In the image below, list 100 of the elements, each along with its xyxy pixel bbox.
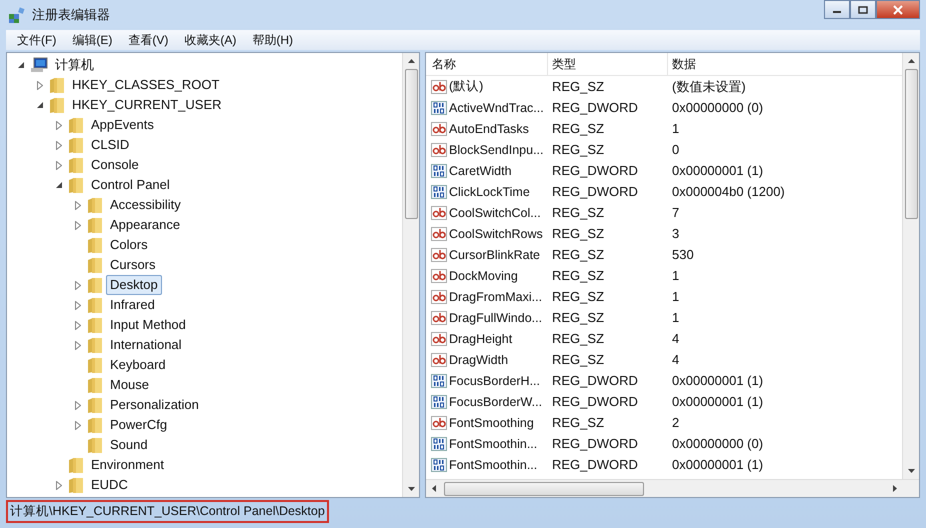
string-value-icon	[431, 290, 447, 304]
expand-arrow-icon[interactable]	[56, 140, 62, 150]
folder-icon	[87, 236, 103, 254]
value-type: REG_DWORD	[551, 394, 639, 409]
value-name[interactable]: CaretWidth	[449, 164, 512, 178]
tree-item[interactable]: Appearance	[106, 215, 184, 235]
value-type: REG_SZ	[551, 226, 606, 241]
menu-item[interactable]: 编辑(E)	[65, 32, 120, 48]
folder-icon	[87, 436, 103, 454]
tree-item[interactable]: Console	[87, 155, 143, 175]
string-value-icon	[431, 310, 447, 324]
maximize-icon	[858, 6, 868, 14]
value-name[interactable]: DragHeight	[449, 332, 512, 346]
expand-arrow-icon[interactable]	[56, 120, 62, 130]
value-name[interactable]: CoolSwitchCol...	[449, 206, 541, 220]
scrollbar-thumb[interactable]	[444, 482, 644, 496]
value-name[interactable]: DragFromMaxi...	[449, 290, 542, 304]
expand-arrow-icon[interactable]	[75, 420, 81, 430]
tree-item[interactable]: PowerCfg	[106, 415, 172, 435]
scroll-down-icon[interactable]	[408, 487, 414, 491]
expand-arrow-icon[interactable]	[56, 480, 62, 490]
tree-item[interactable]: Colors	[106, 235, 152, 255]
value-type: REG_DWORD	[551, 436, 639, 451]
tree-item[interactable]: International	[106, 335, 186, 355]
value-name[interactable]: AutoEndTasks	[449, 122, 529, 136]
collapse-arrow-icon[interactable]	[36, 102, 44, 108]
value-type: REG_SZ	[551, 247, 606, 262]
column-header[interactable]: 类型	[548, 53, 668, 75]
tree-item[interactable]: HKEY_CLASSES_ROOT	[68, 75, 224, 95]
string-value-icon	[431, 416, 447, 430]
column-header[interactable]: 名称	[426, 53, 548, 75]
value-name[interactable]: FontSmoothin...	[449, 458, 538, 472]
tree-item[interactable]: Input Method	[106, 315, 190, 335]
folder-icon	[68, 176, 84, 194]
window-title: 注册表编辑器	[32, 6, 110, 24]
folder-icon	[87, 196, 103, 214]
menu-item[interactable]: 文件(F)	[10, 32, 64, 48]
tree-item[interactable]: Environment	[87, 455, 168, 475]
value-data: 1	[671, 268, 680, 283]
tree-item[interactable]: EUDC	[87, 475, 132, 495]
value-name[interactable]: ClickLockTime	[449, 184, 530, 198]
value-name[interactable]: FocusBorderH...	[449, 374, 540, 388]
value-name[interactable]: CoolSwitchRows	[449, 226, 543, 240]
tree-item[interactable]: Cursors	[106, 255, 160, 275]
tree-item[interactable]: Keyboard	[106, 355, 170, 375]
expand-arrow-icon[interactable]	[37, 80, 43, 90]
value-name[interactable]: CursorBlinkRate	[449, 248, 540, 262]
maximize-button[interactable]	[850, 0, 876, 19]
expand-arrow-icon[interactable]	[75, 320, 81, 330]
value-name[interactable]: FontSmoothing	[449, 416, 534, 430]
folder-icon	[87, 316, 103, 334]
string-value-icon	[431, 332, 447, 346]
column-header[interactable]: 数据	[668, 53, 902, 75]
value-name[interactable]: FocusBorderW...	[449, 394, 542, 408]
expand-arrow-icon[interactable]	[75, 400, 81, 410]
expand-arrow-icon[interactable]	[75, 200, 81, 210]
value-name[interactable]: ActiveWndTrac...	[449, 100, 544, 114]
folder-icon	[68, 476, 84, 494]
scroll-down-icon[interactable]	[908, 469, 914, 473]
expand-arrow-icon[interactable]	[75, 300, 81, 310]
value-type: REG_SZ	[551, 268, 606, 283]
value-name[interactable]: FontSmoothin...	[449, 436, 538, 450]
scrollbar-thumb[interactable]	[404, 69, 418, 219]
tree-item[interactable]: Desktop	[106, 275, 162, 295]
string-value-icon	[431, 206, 447, 220]
menu-item[interactable]: 收藏夹(A)	[177, 32, 244, 48]
tree-item[interactable]: Control Panel	[87, 175, 174, 195]
scroll-left-icon[interactable]	[432, 485, 436, 492]
expand-arrow-icon[interactable]	[75, 280, 81, 290]
tree-item[interactable]: Personalization	[106, 395, 203, 415]
value-name[interactable]: DragWidth	[449, 352, 508, 366]
tree-item[interactable]: AppEvents	[87, 115, 158, 135]
scroll-up-icon[interactable]	[908, 59, 914, 63]
menu-item[interactable]: 查看(V)	[121, 32, 176, 48]
value-type: REG_DWORD	[551, 100, 639, 115]
tree-item[interactable]: Accessibility	[106, 195, 185, 215]
close-button[interactable]	[876, 0, 920, 19]
value-name[interactable]: BlockSendInpu...	[449, 142, 544, 156]
collapse-arrow-icon[interactable]	[56, 182, 62, 188]
menu-item[interactable]: 帮助(H)	[245, 32, 300, 48]
value-data: 0x00000001 (1)	[671, 394, 764, 409]
minimize-button[interactable]	[824, 0, 850, 19]
value-name[interactable]: DockMoving	[449, 268, 518, 282]
expand-arrow-icon[interactable]	[56, 160, 62, 170]
tree-item[interactable]: Infrared	[106, 295, 159, 315]
value-type: REG_SZ	[551, 352, 606, 367]
value-data: 3	[671, 226, 680, 241]
tree-item[interactable]: Sound	[106, 435, 152, 455]
tree-item[interactable]: CLSID	[87, 135, 134, 155]
value-name[interactable]: (默认)	[449, 78, 484, 95]
scroll-right-icon[interactable]	[893, 485, 897, 492]
collapse-arrow-icon[interactable]	[18, 62, 24, 68]
tree-item[interactable]: HKEY_CURRENT_USER	[68, 95, 226, 115]
scroll-up-icon[interactable]	[408, 59, 414, 63]
value-name[interactable]: DragFullWindo...	[449, 310, 542, 324]
expand-arrow-icon[interactable]	[75, 220, 81, 230]
expand-arrow-icon[interactable]	[75, 340, 81, 350]
tree-item[interactable]: 计算机	[51, 55, 98, 75]
scrollbar-thumb[interactable]	[904, 69, 918, 219]
tree-item[interactable]: Mouse	[106, 375, 154, 395]
